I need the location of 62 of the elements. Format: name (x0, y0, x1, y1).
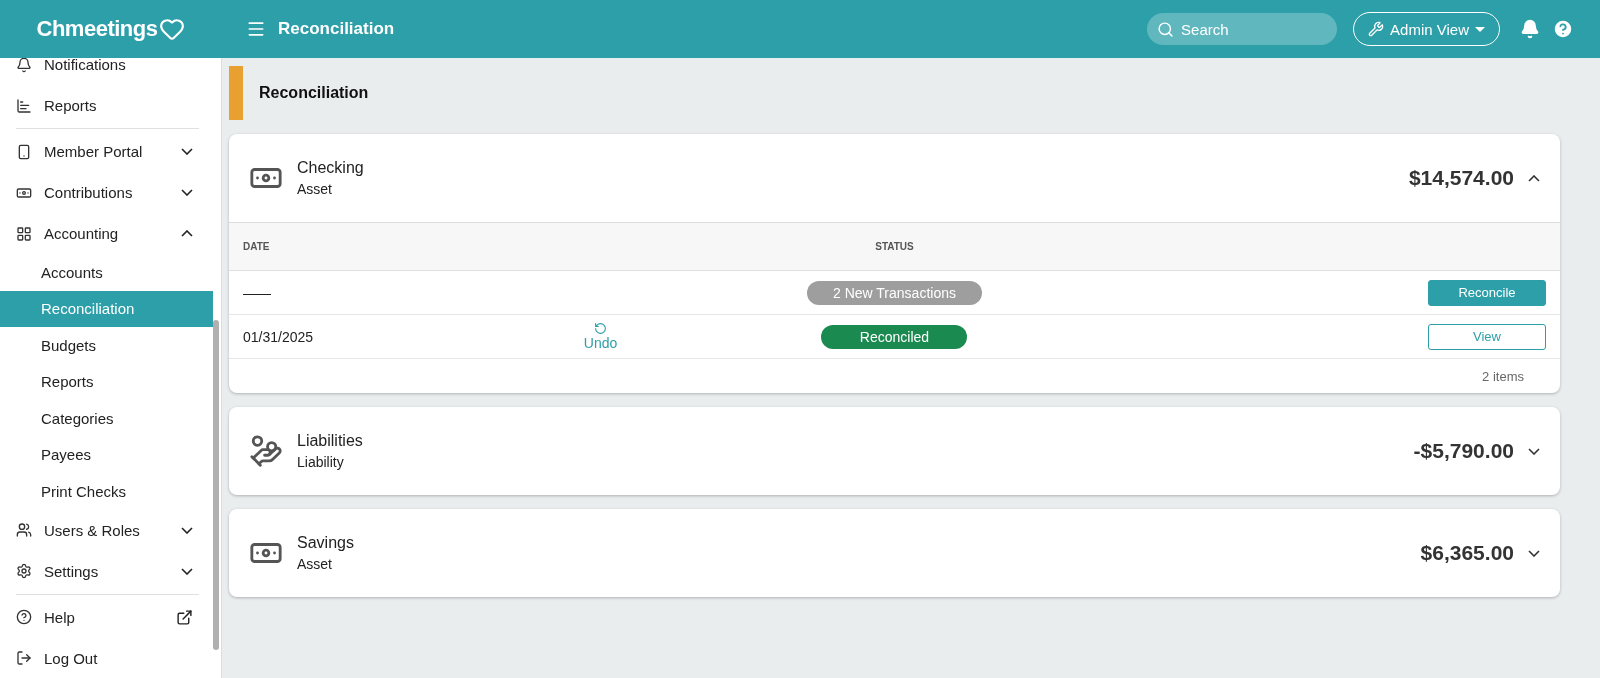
menu-button[interactable] (246, 19, 266, 39)
status-pill: Reconciled (821, 324, 968, 349)
scrollbar[interactable] (213, 320, 219, 650)
sidebar-subitem[interactable]: Categories (0, 400, 213, 437)
hand-coin-icon (249, 434, 283, 468)
sidebar-item[interactable]: Users & Roles (0, 509, 213, 551)
account-amount: $6,365.00 (1420, 541, 1514, 565)
menu-item-icon (16, 563, 32, 579)
wrench-icon (1368, 21, 1385, 37)
menu-item-icon (16, 143, 32, 160)
menu-item-icon (16, 225, 32, 242)
chevron-up-icon (181, 230, 193, 237)
chevron-down-icon (181, 526, 193, 534)
sidebar-item[interactable]: Settings (0, 550, 213, 592)
search-icon (1157, 21, 1175, 38)
status-pill: 2 New Transactions (807, 280, 982, 305)
sidebar-subitem[interactable]: Reports (0, 363, 213, 400)
sidebar-subitem[interactable]: Payees (0, 436, 213, 473)
account-type: Asset (297, 556, 333, 572)
menu-item-icon (16, 58, 32, 73)
account-name: Checking (297, 159, 365, 177)
sidebar-item[interactable]: Member Portal (0, 131, 213, 172)
menu-item-icon (16, 97, 32, 114)
title-accent-bar (229, 66, 243, 120)
sidebar-subitem[interactable]: Print Checks (0, 473, 213, 510)
item-count: 2 items (1482, 368, 1524, 384)
account-amount: $14,574.00 (1408, 166, 1514, 190)
sidebar-item[interactable]: Accounting (0, 213, 213, 254)
date-cell-text: 01/31/2025 (243, 328, 315, 345)
sidebar-subitem[interactable]: Budgets (0, 327, 213, 364)
date-cell-text: —— (243, 284, 272, 301)
sidebar-subitem[interactable]: Accounts (0, 254, 213, 291)
menu-item-icon (16, 522, 32, 538)
expand-toggle[interactable] (1528, 174, 1540, 182)
sidebar-item[interactable]: Notifications (0, 58, 213, 85)
undo-icon (594, 322, 608, 335)
menu-item-icon (16, 609, 32, 625)
logo-text: Chmeetings (36, 16, 158, 42)
sidebar-item[interactable]: Help (0, 596, 213, 638)
expand-toggle[interactable] (1528, 447, 1540, 455)
chevron-up-icon (1528, 174, 1540, 182)
chevron-down-icon (181, 148, 193, 155)
account-name: Savings (297, 534, 355, 552)
header-title: Reconciliation (278, 19, 396, 39)
chevron-down-icon (1528, 447, 1540, 455)
sidebar-item[interactable]: Reports (0, 85, 213, 126)
menu-item-icon (16, 650, 32, 666)
chevron-down-icon (181, 567, 193, 575)
account-name: Liabilities (297, 432, 364, 450)
chevron-down-icon (1528, 549, 1540, 557)
chevron-down-icon (181, 189, 193, 196)
sidebar-item[interactable]: Contributions (0, 172, 213, 213)
account-type: Asset (297, 181, 333, 197)
column-header: STATUS (875, 241, 914, 252)
account-type: Liability (297, 454, 345, 470)
column-header: DATE (243, 241, 270, 252)
account-amount: -$5,790.00 (1413, 439, 1514, 463)
heart-logo-icon (159, 16, 186, 42)
expand-toggle[interactable] (1528, 549, 1540, 557)
sidebar-item[interactable]: Log Out (0, 637, 213, 678)
external-link-icon (176, 608, 193, 626)
page-title: Reconciliation (259, 84, 369, 102)
